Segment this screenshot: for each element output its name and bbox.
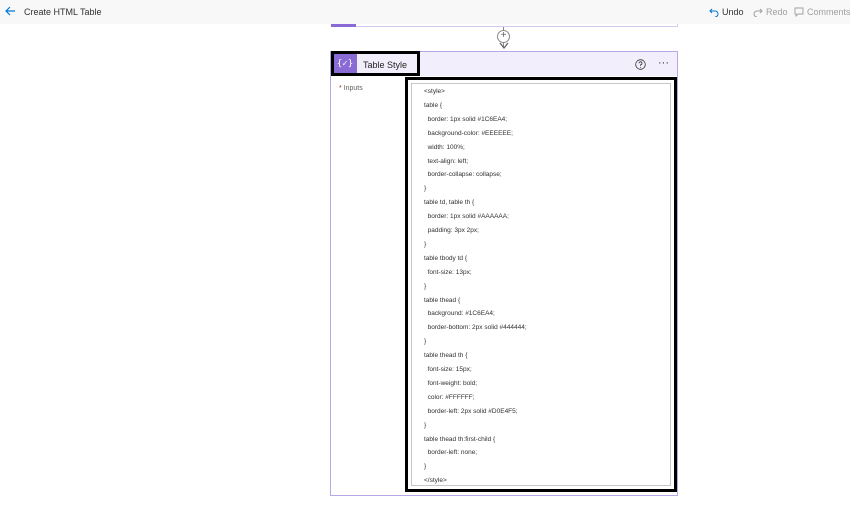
code-line: table {: [424, 101, 443, 109]
code-line: }: [424, 421, 427, 429]
code-line: padding: 3px 2px;: [424, 227, 479, 234]
code-line: }: [424, 185, 427, 193]
code-line: border: 1px solid #1C6EA4;: [424, 115, 508, 123]
more-options-icon[interactable]: ···: [658, 57, 669, 69]
arrow-down-icon: [499, 42, 509, 49]
code-line: border-left: 2px solid #D0E4F5;: [424, 407, 518, 415]
code-line: font-size: 13px;: [424, 268, 472, 276]
code-line: }: [424, 282, 427, 290]
code-line: background-color: #EEEEEE;: [424, 129, 513, 137]
code-line: }: [424, 338, 427, 346]
code-line: <style>: [424, 88, 445, 95]
code-line: border-left: none;: [424, 449, 478, 457]
code-line: width: 100%;: [424, 143, 465, 151]
code-line: border-bottom: 2px solid #444444;: [424, 324, 527, 332]
code-line: border-collapse: collapse;: [424, 171, 502, 179]
help-icon[interactable]: [635, 59, 646, 70]
redo-label: Redo: [766, 7, 788, 17]
inputs-textarea[interactable]: <style> table { border: 1px solid #1C6EA4…: [411, 83, 671, 486]
required-marker: *: [339, 85, 342, 92]
comment-icon: [794, 7, 804, 17]
previous-action-card[interactable]: [331, 24, 678, 27]
code-line: table thead {: [424, 296, 461, 304]
top-bar: Create HTML Table Undo Redo Comments: [0, 0, 850, 24]
code-line: font-size: 15px;: [424, 366, 472, 373]
code-line: }: [424, 463, 427, 471]
inputs-label-text: Inputs: [343, 85, 363, 92]
undo-label: Undo: [722, 7, 744, 17]
comments-label: Comments: [807, 7, 850, 17]
code-line: color: #FFFFFF;: [424, 393, 475, 401]
code-line: table thead th:first-child {: [424, 435, 496, 443]
undo-icon: [709, 8, 719, 17]
code-line: }: [424, 240, 427, 248]
code-line: text-align: left;: [424, 157, 469, 165]
code-line: table tbody td {: [424, 254, 468, 262]
code-line: background: #1C6EA4;: [424, 310, 495, 318]
undo-button[interactable]: Undo: [709, 6, 744, 18]
code-line: </style>: [424, 477, 447, 485]
code-line: font-weight: bold;: [424, 379, 478, 387]
highlight-box-title: [331, 51, 420, 76]
back-arrow-icon[interactable]: [4, 5, 16, 17]
redo-button[interactable]: Redo: [753, 6, 788, 18]
code-line: table td, table th {: [424, 199, 475, 207]
previous-action-accent: [331, 24, 356, 27]
inputs-label: * Inputs: [339, 85, 363, 92]
comments-button[interactable]: Comments: [794, 6, 850, 18]
code-line: border: 1px solid #AAAAAA;: [424, 213, 509, 221]
compose-action-card: {✓} Table Style ··· * Inputs <style> tabl…: [330, 51, 678, 496]
card-header[interactable]: {✓} Table Style ···: [331, 51, 677, 76]
redo-icon: [753, 8, 763, 17]
page-title: Create HTML Table: [24, 7, 102, 17]
highlight-box-inputs: <style> table { border: 1px solid #1C6EA4…: [405, 77, 677, 492]
code-line: table thead th {: [424, 352, 468, 360]
